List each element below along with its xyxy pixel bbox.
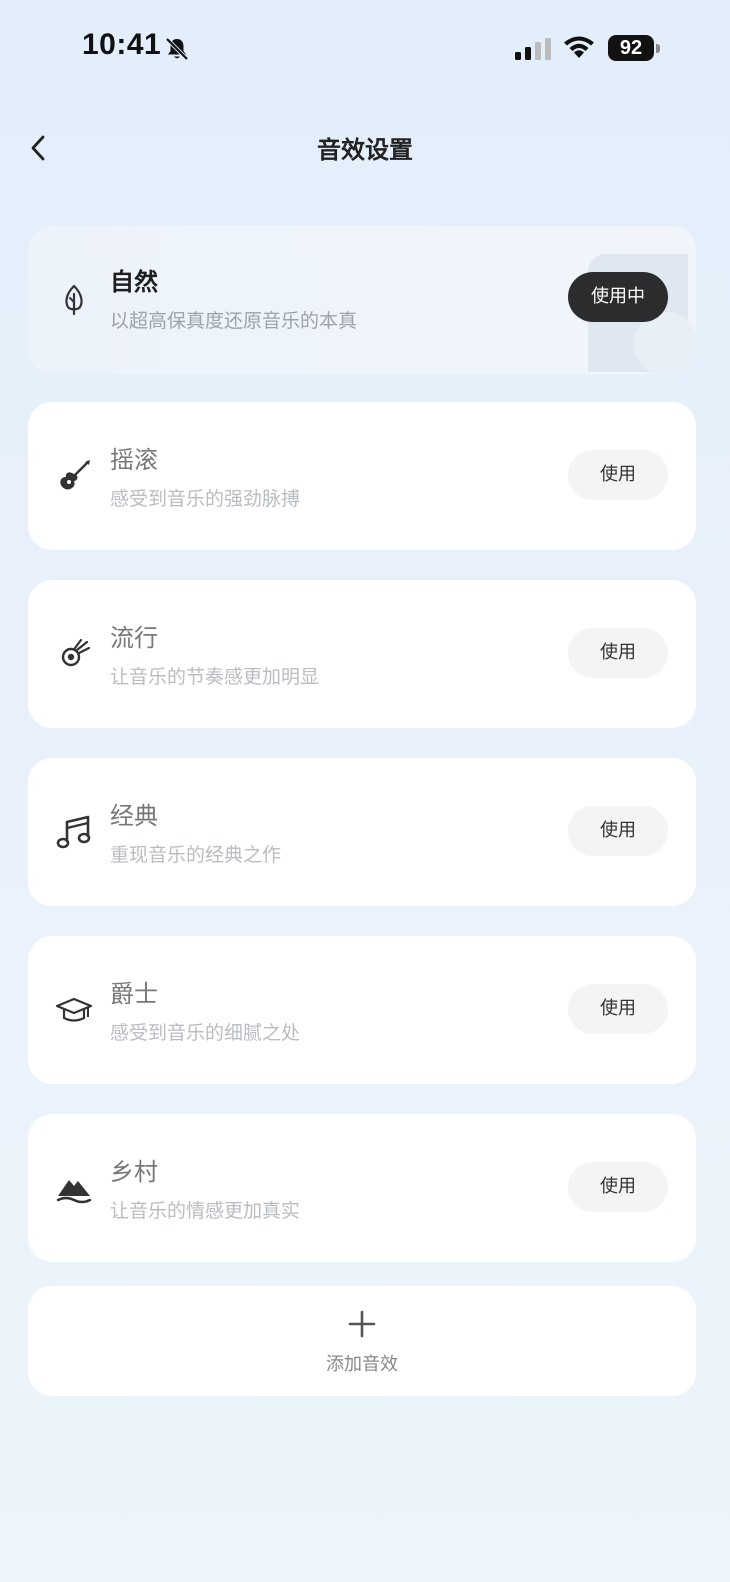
plus-icon xyxy=(348,1310,376,1338)
use-button[interactable]: 使用 xyxy=(568,628,668,678)
preset-subtitle: 重现音乐的经典之作 xyxy=(110,844,282,866)
use-button[interactable]: 使用 xyxy=(568,1162,668,1212)
wifi-icon xyxy=(564,36,594,58)
add-sound-effect-label: 添加音效 xyxy=(326,1354,398,1375)
guitar-icon xyxy=(60,460,90,490)
preset-subtitle: 感受到音乐的强劲脉搏 xyxy=(110,488,301,510)
use-button[interactable]: 使用 xyxy=(568,806,668,856)
page-title: 音效设置 xyxy=(317,136,413,164)
in-use-button[interactable]: 使用中 xyxy=(568,272,668,322)
bell-off-icon xyxy=(165,37,189,61)
preset-title: 乡村 xyxy=(110,1158,158,1186)
battery-cap xyxy=(656,44,660,53)
preset-title: 自然 xyxy=(110,268,158,296)
music-note-icon xyxy=(56,815,91,849)
mountain-icon xyxy=(56,1180,92,1204)
nav-bar: 音效设置 xyxy=(0,118,730,178)
preset-title: 流行 xyxy=(110,624,158,652)
battery-level: 92 xyxy=(608,35,654,61)
preset-card-jazz[interactable]: 爵士 感受到音乐的细腻之处 使用 xyxy=(28,936,696,1084)
preset-subtitle: 以超高保真度还原音乐的本真 xyxy=(110,310,358,332)
add-sound-effect-button[interactable]: 添加音效 xyxy=(28,1286,696,1396)
preset-subtitle: 让音乐的情感更加真实 xyxy=(110,1200,301,1222)
preset-card-natural[interactable]: 自然 以超高保真度还原音乐的本真 使用中 xyxy=(28,226,696,374)
preset-card-pop[interactable]: 流行 让音乐的节奏感更加明显 使用 xyxy=(28,580,696,728)
preset-card-classic[interactable]: 经典 重现音乐的经典之作 使用 xyxy=(28,758,696,906)
flame-icon xyxy=(61,638,91,667)
preset-title: 经典 xyxy=(110,802,158,830)
graduation-cap-icon xyxy=(55,997,93,1022)
preset-subtitle: 感受到音乐的细腻之处 xyxy=(110,1022,301,1044)
battery-icon: 92 xyxy=(608,35,660,61)
preset-subtitle: 让音乐的节奏感更加明显 xyxy=(110,666,320,688)
use-button[interactable]: 使用 xyxy=(568,450,668,500)
leaf-icon xyxy=(65,284,83,316)
status-time: 10:41 xyxy=(82,28,162,61)
use-button[interactable]: 使用 xyxy=(568,984,668,1034)
preset-card-country[interactable]: 乡村 让音乐的情感更加真实 使用 xyxy=(28,1114,696,1262)
preset-title: 爵士 xyxy=(110,980,158,1008)
preset-title: 摇滚 xyxy=(110,446,158,474)
signal-icon xyxy=(515,38,551,60)
status-bar: 10:41 92 xyxy=(0,0,730,100)
preset-card-rock[interactable]: 摇滚 感受到音乐的强劲脉搏 使用 xyxy=(28,402,696,550)
